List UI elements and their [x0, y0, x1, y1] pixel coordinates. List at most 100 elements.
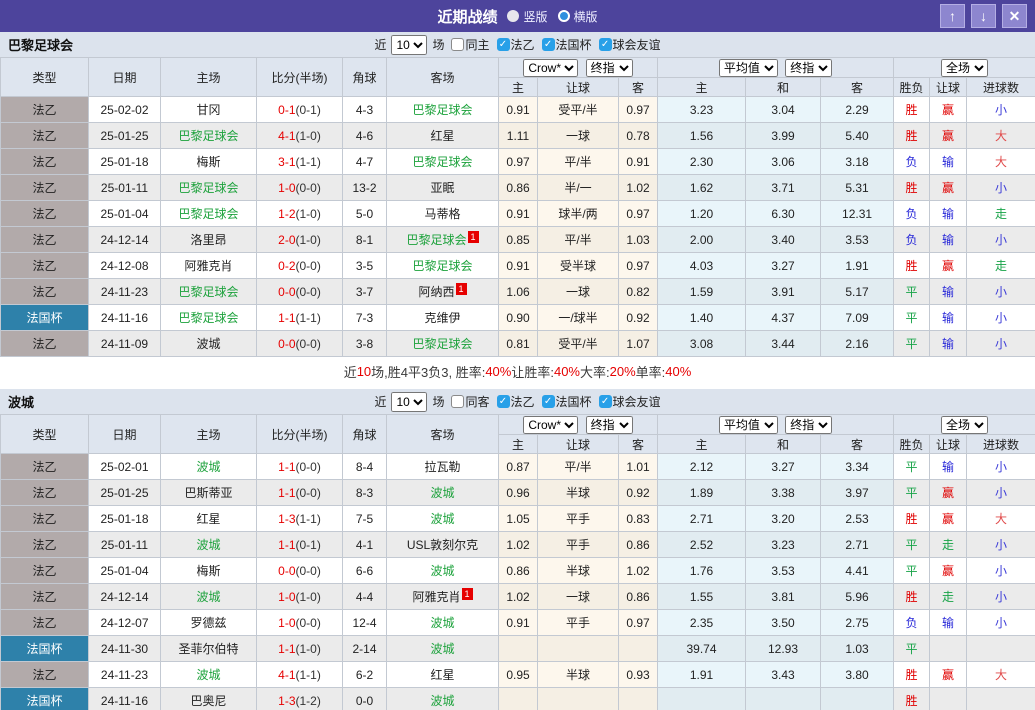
match-count-select[interactable]: 10	[391, 35, 427, 55]
team-link: 洛里昂	[190, 233, 226, 247]
avg-away-cell: 3.97	[821, 480, 894, 506]
away-team-cell: 阿纳西1	[387, 279, 499, 305]
result-cell: 胜	[894, 175, 930, 201]
handicap-result-cell: 赢	[930, 506, 967, 532]
radio-unselected-icon[interactable]	[558, 10, 570, 22]
goals-result-cell: 小	[967, 454, 1035, 480]
league-filter-friendly[interactable]: ✓ 球会友谊	[599, 36, 661, 53]
result-cell: 负	[894, 149, 930, 175]
same-venue-checkbox[interactable]	[451, 38, 464, 51]
home-team-cell: 波城	[161, 331, 257, 357]
ligue2-checkbox[interactable]: ✓	[497, 38, 510, 51]
match-date-cell: 25-02-01	[89, 454, 161, 480]
team-link: 红星	[430, 129, 454, 143]
league-filter-ligue2[interactable]: ✓ 法乙	[497, 393, 535, 410]
score-cell: 0-0(0-0)	[257, 558, 343, 584]
league-filter-ligue2[interactable]: ✓ 法乙	[497, 36, 535, 53]
team-link: 巴黎足球会	[412, 259, 472, 273]
move-down-button[interactable]: ↓	[971, 4, 996, 28]
avg-home-cell: 2.35	[658, 610, 746, 636]
match-date-cell: 25-01-18	[89, 506, 161, 532]
friendly-checkbox[interactable]: ✓	[599, 38, 612, 51]
goals-result-cell	[967, 688, 1035, 710]
match-type-cell: 法乙	[1, 123, 89, 149]
team-link: 巴斯蒂亚	[184, 486, 232, 500]
result-cell: 胜	[894, 506, 930, 532]
odds-handicap-cell: 半/一	[538, 175, 619, 201]
team-link: 波城	[430, 694, 454, 708]
odds-handicap-cell: 平手	[538, 532, 619, 558]
corner-cell: 3-7	[343, 279, 387, 305]
match-date-cell: 25-01-04	[89, 558, 161, 584]
odds-home-cell: 1.02	[499, 532, 538, 558]
home-team-cell: 巴奥尼	[161, 688, 257, 710]
away-team-cell: 波城	[387, 506, 499, 532]
odds-company-select[interactable]: Crow*	[523, 59, 578, 77]
avg-home-cell: 1.89	[658, 480, 746, 506]
match-type-cell: 法乙	[1, 480, 89, 506]
col-goals: 进球数	[967, 78, 1035, 97]
avg-final-select[interactable]: 终指	[785, 416, 832, 434]
team-link: 波城	[430, 616, 454, 630]
odds-handicap-cell: 一/球半	[538, 305, 619, 331]
corner-cell: 4-1	[343, 532, 387, 558]
league-filter-cup[interactable]: ✓ 法国杯	[542, 36, 592, 53]
cup-checkbox[interactable]: ✓	[542, 38, 555, 51]
odds-home-cell: 0.96	[499, 480, 538, 506]
home-team-cell: 梅斯	[161, 558, 257, 584]
move-up-button[interactable]: ↑	[940, 4, 965, 28]
table-row: 法乙24-12-08阿雅克肖0-2(0-0)3-5巴黎足球会0.91受半球0.9…	[1, 253, 1035, 279]
match-count-select[interactable]: 10	[391, 392, 427, 412]
col-avg-away: 客	[821, 435, 894, 454]
full-match-select[interactable]: 全场	[941, 59, 988, 77]
team-link: 梅斯	[196, 155, 220, 169]
ligue2-checkbox[interactable]: ✓	[497, 395, 510, 408]
avg-final-select[interactable]: 终指	[785, 59, 832, 77]
league-filter-cup[interactable]: ✓ 法国杯	[542, 393, 592, 410]
odds-final-select[interactable]: 终指	[586, 416, 633, 434]
table-row: 法乙25-01-25巴黎足球会4-1(1-0)4-6红星1.11一球0.781.…	[1, 123, 1035, 149]
corner-cell: 4-3	[343, 97, 387, 123]
odds-company-select[interactable]: Crow*	[523, 416, 578, 434]
team-link: 亚眠	[430, 181, 454, 195]
score-cell: 1-1(0-0)	[257, 454, 343, 480]
avg-home-cell: 1.76	[658, 558, 746, 584]
avg-company-select[interactable]: 平均值	[719, 59, 778, 77]
same-venue-filter[interactable]: 同客	[451, 393, 489, 410]
league-filter-friendly[interactable]: ✓ 球会友谊	[599, 393, 661, 410]
stats-summary: 近10场,胜4平3负3, 胜率:40% 让胜率:40% 大率:20% 单率:40…	[0, 357, 1035, 385]
same-venue-checkbox[interactable]	[451, 395, 464, 408]
corner-cell: 2-14	[343, 636, 387, 662]
close-button[interactable]: ✕	[1002, 4, 1027, 28]
team-link: 巴黎足球会	[406, 233, 466, 247]
odds-handicap-cell: 平/半	[538, 149, 619, 175]
avg-draw-cell: 3.38	[746, 480, 821, 506]
odds-away-cell: 0.97	[619, 610, 658, 636]
odds-handicap-cell: 平/半	[538, 454, 619, 480]
team-link: 红星	[196, 512, 220, 526]
odds-handicap-cell	[538, 636, 619, 662]
odds-final-select[interactable]: 终指	[586, 59, 633, 77]
team-link: 巴黎足球会	[178, 207, 238, 221]
col-type: 类型	[1, 415, 89, 454]
home-team-cell: 巴斯蒂亚	[161, 480, 257, 506]
odds-away-cell: 0.97	[619, 97, 658, 123]
odds-home-cell: 0.97	[499, 149, 538, 175]
team-link: 波城	[430, 564, 454, 578]
team-link: 阿纳西	[418, 285, 454, 299]
up-arrow-icon: ↑	[949, 8, 956, 24]
team-link: 克维伊	[424, 311, 460, 325]
col-odds-home: 主	[499, 435, 538, 454]
friendly-checkbox[interactable]: ✓	[599, 395, 612, 408]
handicap-result-cell	[930, 636, 967, 662]
cup-checkbox[interactable]: ✓	[542, 395, 555, 408]
radio-selected-icon[interactable]	[507, 10, 519, 22]
layout-vertical-radio[interactable]: 竖版	[507, 8, 547, 25]
same-venue-filter[interactable]: 同主	[451, 36, 489, 53]
avg-home-cell: 39.74	[658, 636, 746, 662]
layout-horizontal-radio[interactable]: 横版	[558, 8, 598, 25]
avg-draw-cell: 3.27	[746, 454, 821, 480]
away-team-cell: 波城	[387, 688, 499, 710]
full-match-select[interactable]: 全场	[941, 416, 988, 434]
avg-company-select[interactable]: 平均值	[719, 416, 778, 434]
